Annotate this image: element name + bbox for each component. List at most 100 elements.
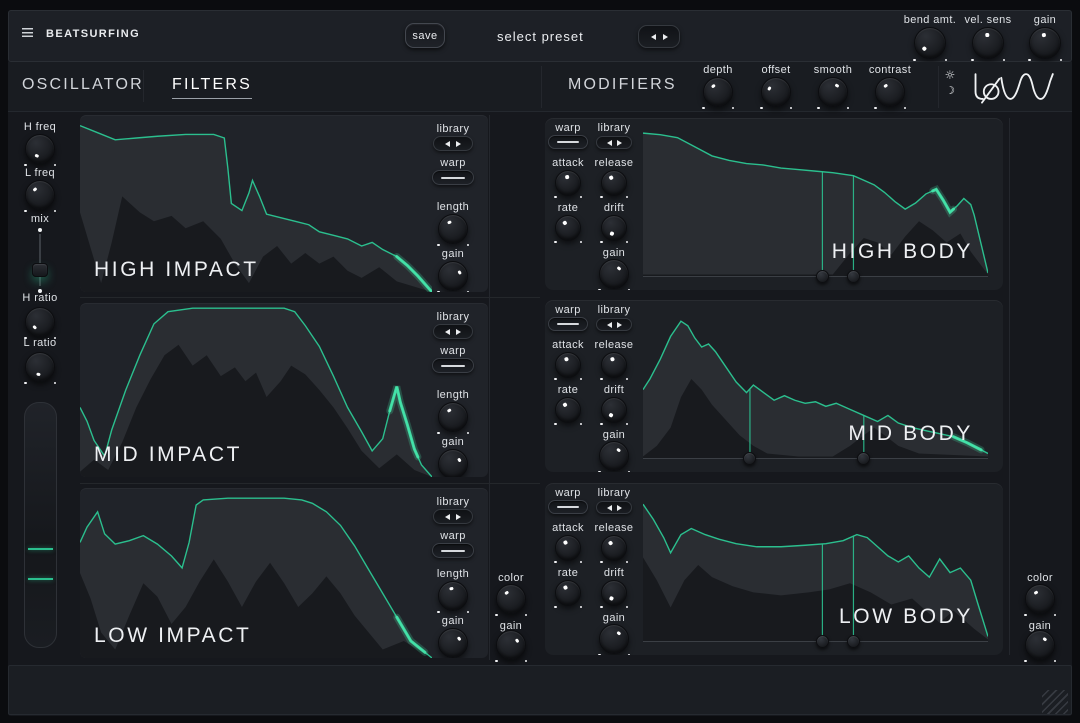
- timeline-handle[interactable]: [815, 635, 829, 648]
- warp-slider[interactable]: [432, 170, 474, 185]
- library-prev-next[interactable]: [596, 318, 632, 331]
- loop-timeline[interactable]: [643, 635, 988, 648]
- panel-title: LOW BODY: [839, 605, 973, 628]
- tab-oscillator[interactable]: OSCILLATOR: [22, 76, 144, 94]
- rate-knob[interactable]: [554, 397, 582, 425]
- master-gain-knob[interactable]: [1028, 27, 1062, 61]
- loop-timeline[interactable]: [643, 452, 988, 465]
- left-arrow-icon[interactable]: [445, 140, 450, 147]
- warp-label: warp: [555, 122, 581, 134]
- left-arrow-icon[interactable]: [650, 33, 656, 40]
- warp-slider[interactable]: [548, 317, 588, 331]
- release-knob[interactable]: [600, 170, 628, 198]
- mix-slider-top-dot: [38, 228, 42, 232]
- drift-knob[interactable]: [600, 215, 628, 243]
- right-arrow-icon[interactable]: [662, 33, 668, 40]
- preset-prev-next[interactable]: [638, 25, 680, 48]
- attack-knob[interactable]: [554, 352, 582, 380]
- attack-label: attack: [552, 522, 584, 534]
- moon-icon[interactable]: ☽: [945, 84, 955, 97]
- left-arrow-icon[interactable]: [606, 321, 612, 328]
- right-arrow-icon[interactable]: [616, 321, 622, 328]
- timeline-handle[interactable]: [815, 270, 829, 283]
- length-knob[interactable]: [437, 581, 469, 613]
- library-label: library: [597, 304, 631, 316]
- bend-amt-knob[interactable]: [913, 27, 947, 61]
- warp-slider[interactable]: [548, 135, 588, 149]
- l-ratio-knob[interactable]: [24, 352, 56, 384]
- mid-color-knob[interactable]: [495, 584, 527, 616]
- attack-knob[interactable]: [554, 535, 582, 563]
- gain-knob[interactable]: [598, 441, 630, 472]
- warp-slider[interactable]: [548, 500, 588, 514]
- left-arrow-icon[interactable]: [606, 504, 612, 511]
- l-freq-knob[interactable]: [24, 180, 56, 212]
- drift-knob[interactable]: [600, 580, 628, 608]
- resize-grip-icon[interactable]: [1042, 690, 1068, 714]
- save-label: save: [412, 29, 438, 42]
- right-arrow-icon[interactable]: [456, 513, 461, 520]
- plugin-window: BEATSURFING save select preset bend amt.…: [0, 0, 1080, 723]
- right-arrow-icon[interactable]: [616, 504, 622, 511]
- gain-knob[interactable]: [598, 259, 630, 290]
- offset-label: offset: [761, 64, 791, 76]
- tab-filters[interactable]: FILTERS: [172, 76, 253, 99]
- nav-bar: [8, 62, 1072, 112]
- nav-divider: [938, 66, 939, 108]
- timeline-handle[interactable]: [743, 452, 757, 465]
- length-knob[interactable]: [437, 402, 469, 434]
- level-meter[interactable]: [24, 402, 57, 648]
- loop-timeline[interactable]: [643, 270, 988, 283]
- length-label: length: [436, 201, 470, 213]
- depth-knob[interactable]: [702, 77, 734, 109]
- library-prev-next[interactable]: [433, 324, 473, 339]
- library-prev-next[interactable]: [596, 136, 632, 149]
- timeline-handle[interactable]: [846, 270, 860, 283]
- attack-knob[interactable]: [554, 170, 582, 198]
- library-prev-next[interactable]: [433, 136, 473, 151]
- drift-knob[interactable]: [600, 397, 628, 425]
- rate-knob[interactable]: [554, 215, 582, 243]
- gain-knob[interactable]: [437, 628, 469, 658]
- warp-slider[interactable]: [432, 543, 474, 558]
- gain-knob[interactable]: [437, 261, 469, 292]
- length-knob[interactable]: [437, 214, 469, 246]
- left-arrow-icon[interactable]: [445, 328, 450, 335]
- right-gain-knob[interactable]: [1024, 630, 1056, 662]
- left-arrow-icon[interactable]: [445, 513, 450, 520]
- preset-display[interactable]: select preset: [497, 29, 584, 44]
- left-arrow-icon[interactable]: [606, 139, 612, 146]
- contrast-knob[interactable]: [874, 77, 906, 109]
- library-label: library: [436, 311, 470, 323]
- master-gain-label: gain: [1033, 14, 1057, 26]
- vel-sens-knob[interactable]: [971, 27, 1005, 61]
- right-color-knob[interactable]: [1024, 584, 1056, 616]
- save-button[interactable]: save: [405, 23, 445, 48]
- h-ratio-knob[interactable]: [24, 307, 56, 339]
- smooth-knob[interactable]: [817, 77, 849, 109]
- timeline-handle[interactable]: [846, 635, 860, 648]
- mid-gain-knob[interactable]: [495, 630, 527, 662]
- rate-label: rate: [557, 202, 579, 214]
- mix-slider-track[interactable]: [39, 234, 41, 286]
- right-arrow-icon[interactable]: [456, 328, 461, 335]
- library-prev-next[interactable]: [433, 509, 473, 524]
- h-freq-knob[interactable]: [24, 134, 56, 166]
- high-impact-panel: HIGH IMPACT library warp length gain: [80, 115, 488, 292]
- menu-icon[interactable]: [22, 28, 33, 37]
- mix-slider-thumb[interactable]: [32, 262, 48, 277]
- warp-slider[interactable]: [432, 358, 474, 373]
- sun-icon[interactable]: ☼: [945, 68, 956, 82]
- nav-divider: [541, 66, 542, 108]
- gain-knob[interactable]: [598, 624, 630, 655]
- library-prev-next[interactable]: [596, 501, 632, 514]
- rate-knob[interactable]: [554, 580, 582, 608]
- timeline-handle[interactable]: [857, 452, 871, 465]
- release-knob[interactable]: [600, 352, 628, 380]
- right-arrow-icon[interactable]: [456, 140, 461, 147]
- release-knob[interactable]: [600, 535, 628, 563]
- gain-knob[interactable]: [438, 449, 468, 477]
- mid-body-panel: warp library attack release rate drift g…: [545, 300, 1003, 472]
- offset-knob[interactable]: [760, 77, 792, 109]
- right-arrow-icon[interactable]: [616, 139, 622, 146]
